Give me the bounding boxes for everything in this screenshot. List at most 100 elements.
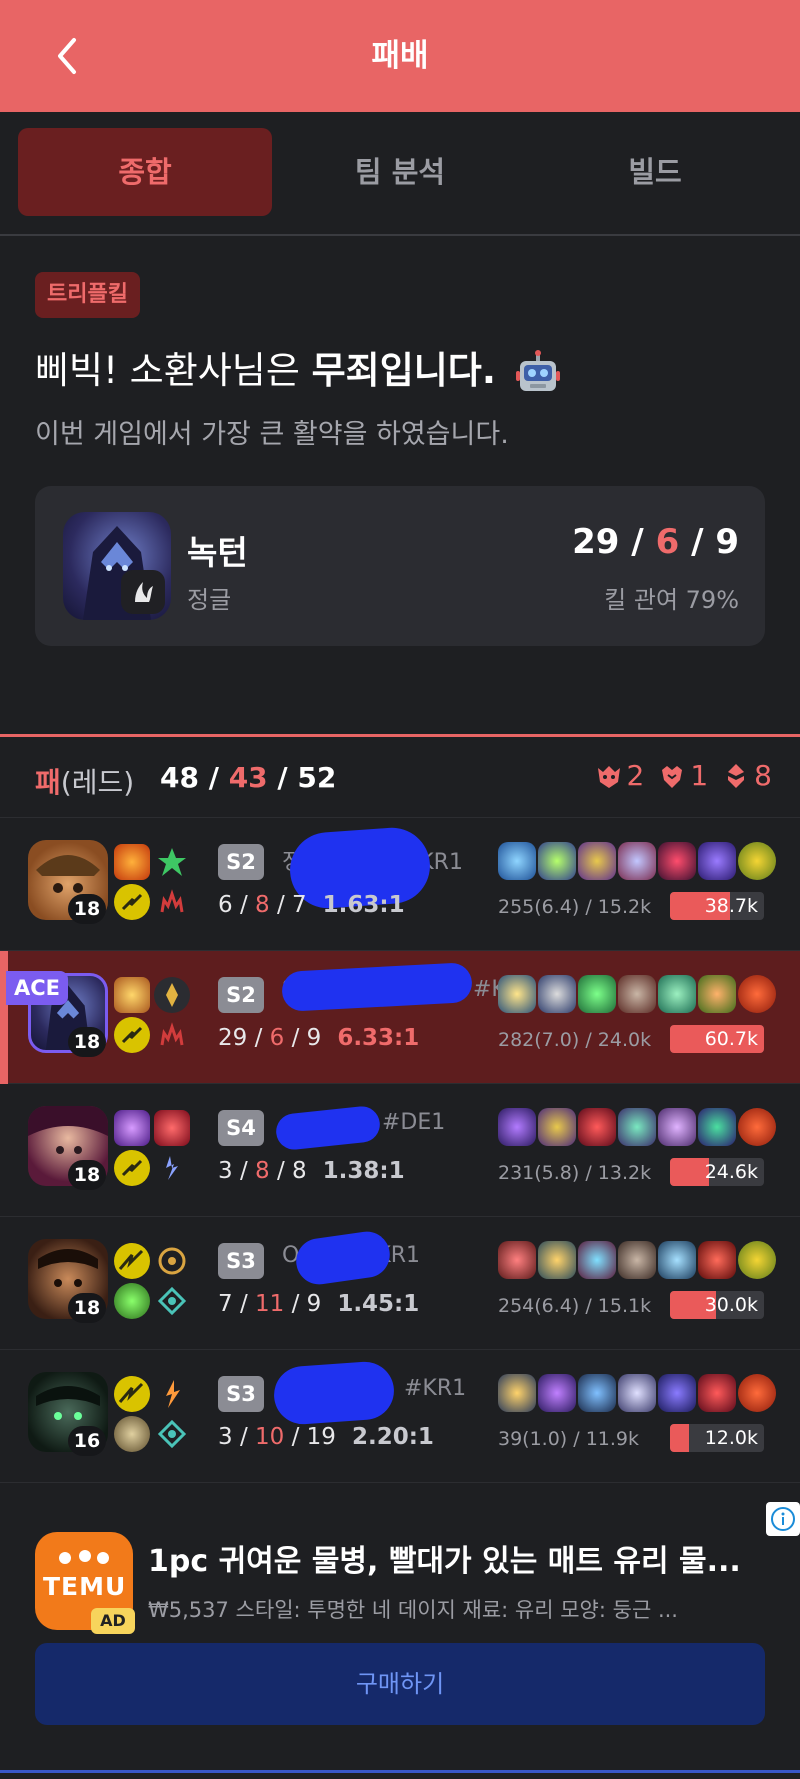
- player-kda: 3 / 10 / 19 2.20:1: [218, 1424, 434, 1450]
- item-icon[interactable]: [618, 842, 656, 880]
- buy-button[interactable]: 구매하기: [35, 1643, 765, 1725]
- item-icon[interactable]: [538, 975, 576, 1013]
- tab-build[interactable]: 빌드: [528, 128, 782, 216]
- ad-badge: AD: [91, 1608, 135, 1634]
- item-list: [498, 975, 776, 1013]
- item-icon[interactable]: [578, 975, 616, 1013]
- tier-badge: S2: [218, 844, 264, 880]
- item-icon[interactable]: [578, 1374, 616, 1412]
- player-deaths: 6: [269, 1025, 285, 1051]
- tier-badge: S3: [218, 1376, 264, 1412]
- item-icon[interactable]: [658, 842, 696, 880]
- item-icon[interactable]: [658, 1374, 696, 1412]
- item-icon[interactable]: [498, 1241, 536, 1279]
- player-kda-ratio: 1.63:1: [322, 892, 405, 918]
- summoner-spell-icon: [154, 1376, 190, 1412]
- champion-level: 16: [68, 1426, 106, 1456]
- item-icon[interactable]: [618, 975, 656, 1013]
- temu-logo[interactable]: TEMU AD: [35, 1532, 135, 1634]
- champion-level: 18: [68, 1293, 106, 1323]
- summoner-spell-icon: [114, 1110, 150, 1146]
- item-icon[interactable]: [658, 1108, 696, 1146]
- item-list: [498, 1374, 776, 1412]
- item-icon[interactable]: [578, 1108, 616, 1146]
- tab-overview[interactable]: 종합: [18, 128, 272, 216]
- item-icon[interactable]: [698, 1374, 736, 1412]
- item-icon[interactable]: [618, 1108, 656, 1146]
- baron-count-value: 2: [626, 759, 645, 792]
- ad-title[interactable]: 1pc 귀여운 물병, 빨대가 있는 매트 유리 물...: [148, 1536, 741, 1580]
- headline-prefix: 삐빅! 소환사님은: [35, 349, 312, 392]
- summoner-spell-icon: [114, 1243, 150, 1279]
- team-side: (레드): [60, 766, 135, 799]
- player-row[interactable]: 18 S4 #DE1 3 / 8 / 8 1.38:1 231(5.8) / 13…: [0, 1084, 800, 1217]
- player-kills: 7: [218, 1291, 233, 1317]
- item-icon[interactable]: [498, 1108, 536, 1146]
- dragon-icon: [662, 765, 683, 788]
- player-assists: 9: [306, 1291, 322, 1317]
- cs-gold: 231(5.8) / 13.2k: [498, 1162, 652, 1184]
- ad-description: ₩5,537 스타일: 투명한 네 데이지 재료: 유리 모양: 둥근 ...: [148, 1598, 678, 1622]
- ad-banner[interactable]: TEMU AD 1pc 귀여운 물병, 빨대가 있는 매트 유리 물... ₩5…: [0, 1500, 800, 1779]
- smite-spell-icon: [154, 844, 190, 880]
- item-icon[interactable]: [698, 1108, 736, 1146]
- trinket-icon[interactable]: [738, 1241, 776, 1279]
- player-kda: 7 / 11 / 9 1.45:1: [218, 1291, 420, 1317]
- cs-gold: 282(7.0) / 24.0k: [498, 1029, 652, 1051]
- cs-gold: 255(6.4) / 15.2k: [498, 896, 652, 918]
- primary-rune-icon: [114, 1017, 150, 1053]
- item-icon[interactable]: [498, 1374, 536, 1412]
- player-name-right: #DE1: [382, 1110, 446, 1135]
- player-kda-ratio: 2.20:1: [351, 1424, 434, 1450]
- player-assists: 9: [306, 1025, 322, 1051]
- trinket-icon[interactable]: [738, 842, 776, 880]
- tab-team-analysis[interactable]: 팀 분석: [272, 128, 528, 216]
- item-icon[interactable]: [538, 1108, 576, 1146]
- champion-portrait: [63, 512, 171, 620]
- player-assists: 7: [292, 892, 307, 918]
- item-icon[interactable]: [698, 842, 736, 880]
- player-kills: 6: [218, 892, 233, 918]
- item-icon[interactable]: [658, 1241, 696, 1279]
- trinket-icon[interactable]: [738, 975, 776, 1013]
- player-deaths: 11: [255, 1291, 285, 1317]
- app-header: 패배: [0, 0, 800, 112]
- primary-rune-icon: [114, 1416, 150, 1452]
- primary-rune-icon: [114, 1150, 150, 1186]
- tab-bar: 종합 팀 분석 빌드: [0, 112, 800, 236]
- player-deaths: 8: [255, 892, 270, 918]
- item-icon[interactable]: [618, 1374, 656, 1412]
- item-icon[interactable]: [658, 975, 696, 1013]
- damage-bar: 38.7k: [670, 892, 764, 920]
- item-icon[interactable]: [538, 1374, 576, 1412]
- info-icon[interactable]: [766, 1502, 800, 1536]
- player-kda: 3 / 8 / 8 1.38:1: [218, 1158, 405, 1184]
- tower-count: 8: [722, 759, 772, 792]
- primary-rune-icon: [114, 884, 150, 920]
- item-icon[interactable]: [698, 1241, 736, 1279]
- flash-spell-icon: [154, 977, 190, 1013]
- item-icon[interactable]: [498, 975, 536, 1013]
- player-row[interactable]: 18 S2 정 KR1 6 / 8 / 71.63:1 255(6.4) / 1…: [0, 818, 800, 951]
- item-icon[interactable]: [538, 1241, 576, 1279]
- trinket-icon[interactable]: [738, 1108, 776, 1146]
- team-result: 패: [35, 766, 61, 799]
- champion-level: 18: [68, 894, 106, 924]
- player-row-self[interactable]: ACE 18 S2 S #K 29 / 6 / 96.33:1 282(7.0)…: [0, 951, 800, 1084]
- item-icon[interactable]: [618, 1241, 656, 1279]
- player-assists: 19: [306, 1424, 336, 1450]
- champion-level: 18: [68, 1027, 106, 1057]
- item-icon[interactable]: [498, 842, 536, 880]
- item-icon[interactable]: [578, 842, 616, 880]
- item-icon[interactable]: [578, 1241, 616, 1279]
- player-kda-ratio: 6.33:1: [337, 1025, 420, 1051]
- player-kills: 3: [218, 1424, 233, 1450]
- trinket-icon[interactable]: [738, 1374, 776, 1412]
- item-icon[interactable]: [538, 842, 576, 880]
- player-row[interactable]: 16 S3 #KR1 3 / 10 / 19 2.20:1 39(1.0) / 1…: [0, 1350, 800, 1483]
- item-icon[interactable]: [698, 975, 736, 1013]
- player-assists: 8: [292, 1158, 307, 1184]
- team-kda: 48 / 43 / 52: [160, 761, 337, 794]
- player-row[interactable]: 18 S3 O KR1 7 / 11 / 9 1.45:1 254(6.4) / …: [0, 1217, 800, 1350]
- ad-bottom-divider: [0, 1770, 800, 1773]
